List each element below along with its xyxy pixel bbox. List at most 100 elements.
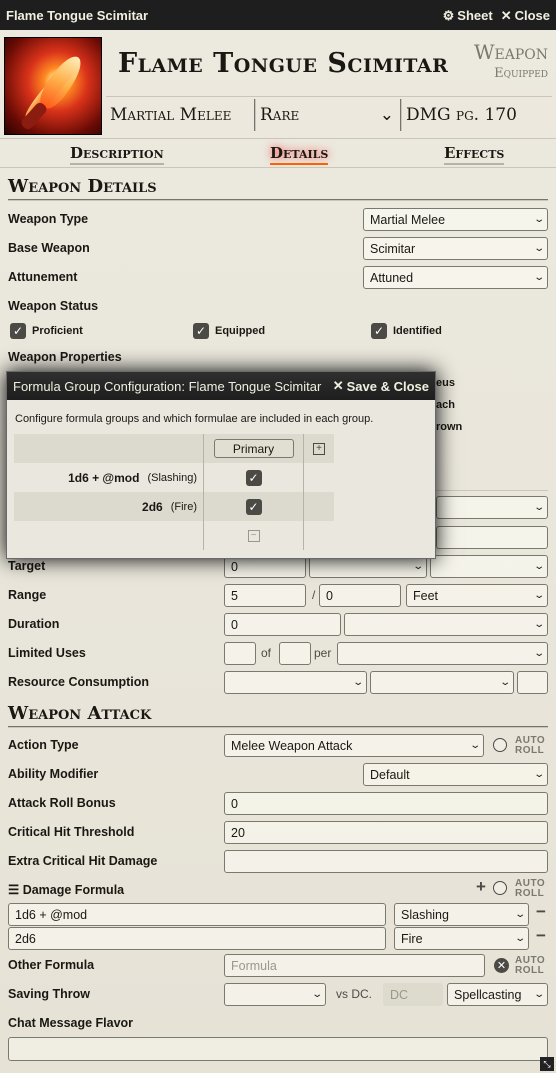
- damage-type-value: Slashing: [401, 907, 449, 922]
- item-summary: Martial Melee Rare ⌄ DMG pg. 170: [106, 96, 552, 132]
- remove-damage-button[interactable]: −: [536, 926, 546, 946]
- activation-select-partial[interactable]: ⌄: [436, 496, 548, 519]
- action-type-select[interactable]: Melee Weapon Attack ⌄: [224, 734, 484, 757]
- attunement-value: Attuned: [370, 270, 414, 285]
- clear-other-formula-icon[interactable]: ✕: [494, 958, 509, 973]
- remove-group-icon[interactable]: −: [247, 529, 260, 542]
- chat-flavor-input[interactable]: [8, 1037, 548, 1061]
- resource-target-select[interactable]: ⌄: [370, 671, 514, 694]
- add-group-icon[interactable]: +: [313, 442, 325, 455]
- dc-scaling-select[interactable]: Spellcasting ⌄: [447, 983, 548, 1006]
- damage-type-select[interactable]: Fire ⌄: [394, 927, 529, 950]
- chevron-down-icon: ⌄: [532, 243, 545, 254]
- other-formula-input[interactable]: Formula: [224, 954, 485, 977]
- formula-group-dialog: Formula Group Configuration: Flame Tongu…: [6, 371, 436, 559]
- tab-details[interactable]: Details: [270, 144, 329, 165]
- uses-max-input[interactable]: [279, 642, 311, 665]
- attack-roll-bonus-input[interactable]: 0: [224, 792, 548, 815]
- weapon-type-select[interactable]: Martial Melee ⌄: [363, 208, 548, 231]
- damage-type-select[interactable]: Slashing ⌄: [394, 903, 529, 926]
- damage-formula-input[interactable]: 2d6: [8, 927, 386, 950]
- attunement-select[interactable]: Attuned ⌄: [363, 266, 548, 289]
- table-row: 2d6 (Fire) ✓: [14, 492, 334, 521]
- window-title: Flame Tongue Scimitar: [6, 7, 149, 23]
- target-label: Target: [8, 559, 46, 573]
- chevron-down-icon: ⌄: [411, 561, 424, 572]
- equipped-checkbox[interactable]: ✓: [193, 323, 209, 339]
- chevron-down-icon: ⌄: [351, 677, 364, 688]
- item-type: Weapon: [473, 40, 548, 64]
- dialog-titlebar[interactable]: Formula Group Configuration: Flame Tongu…: [7, 372, 435, 400]
- range-units-select[interactable]: Feet ⌄: [406, 584, 548, 607]
- ability-modifier-label: Ability Modifier: [8, 767, 99, 781]
- chevron-down-icon: ⌄: [498, 677, 511, 688]
- uses-period-select[interactable]: ⌄: [337, 642, 548, 665]
- gear-icon: ⚙: [442, 7, 455, 23]
- damage-auto-roll-toggle[interactable]: [493, 881, 507, 895]
- item-image[interactable]: [4, 37, 102, 135]
- damage-formula-label-text: Damage Formula: [22, 883, 125, 897]
- header-empty-cell: [14, 434, 204, 463]
- table-row: 1d6 + @mod (Slashing) ✓: [14, 463, 334, 492]
- property-label-partial: rown: [436, 421, 463, 433]
- duration-units-select[interactable]: ⌄: [344, 613, 548, 636]
- remove-damage-button[interactable]: −: [536, 902, 546, 922]
- identified-checkbox[interactable]: ✓: [371, 323, 387, 339]
- ability-modifier-select[interactable]: Default ⌄: [363, 763, 548, 786]
- damage-formula-input[interactable]: 1d6 + @mod: [8, 903, 386, 926]
- dc-input[interactable]: DC: [383, 983, 443, 1006]
- chevron-down-icon: ⌄: [310, 989, 323, 1000]
- save-close-button[interactable]: ✕ Save & Close: [333, 378, 429, 394]
- uses-value-input[interactable]: [224, 642, 256, 665]
- remove-group-cell: −: [204, 521, 304, 550]
- item-name-input[interactable]: Flame Tongue Scimitar: [118, 48, 478, 79]
- base-weapon-select[interactable]: Scimitar ⌄: [363, 237, 548, 260]
- ability-modifier-value: Default: [370, 767, 410, 782]
- range-long-input[interactable]: 0: [319, 584, 401, 607]
- resource-type-select[interactable]: ⌄: [224, 671, 367, 694]
- resource-amount-input[interactable]: [517, 671, 548, 694]
- activation-condition-partial[interactable]: [436, 526, 548, 549]
- vs-dc-label: vs DC.: [336, 987, 372, 1001]
- extra-crit-damage-input[interactable]: [224, 850, 548, 873]
- close-button[interactable]: ✕ Close: [501, 8, 550, 23]
- group-checkbox-cell: ✓: [204, 492, 304, 521]
- rarity-value: Rare: [260, 104, 300, 125]
- proficient-label: Proficient: [32, 325, 83, 337]
- duration-value-input[interactable]: 0: [224, 613, 341, 636]
- window-titlebar[interactable]: Flame Tongue Scimitar ⚙ Sheet ✕ Close: [0, 0, 556, 30]
- sheet-button[interactable]: ⚙ Sheet: [443, 8, 493, 23]
- group-checkbox[interactable]: ✓: [245, 498, 262, 515]
- critical-threshold-input[interactable]: 20: [224, 821, 548, 844]
- tab-effects[interactable]: Effects: [444, 144, 505, 165]
- weapon-properties-label: Weapon Properties: [8, 350, 122, 364]
- resize-handle-icon[interactable]: ⤡: [540, 1057, 554, 1071]
- property-label-partial: eus: [436, 377, 455, 389]
- source-field[interactable]: DMG pg. 170: [402, 99, 552, 131]
- range-value-input[interactable]: 5: [224, 584, 306, 607]
- formula-label: (Slashing): [147, 471, 197, 484]
- add-damage-button[interactable]: +: [476, 877, 486, 897]
- saving-throw-ability-select[interactable]: ⌄: [224, 983, 326, 1006]
- formula-cell: 2d6 (Fire): [14, 492, 204, 521]
- weapon-status-label: Weapon Status: [8, 299, 99, 313]
- chevron-down-icon: ⌄: [532, 561, 545, 572]
- chevron-down-icon: ⌄: [532, 272, 545, 283]
- auto-roll-toggle[interactable]: [493, 738, 507, 752]
- rarity-select[interactable]: Rare ⌄: [256, 98, 402, 131]
- group-checkbox[interactable]: ✓: [245, 469, 262, 486]
- range-label: Range: [8, 588, 47, 602]
- proficient-checkbox[interactable]: ✓: [10, 323, 26, 339]
- damage-auto-roll-label: AUTO ROLL: [515, 878, 546, 899]
- group-header-cell: Primary: [204, 434, 304, 463]
- chevron-down-icon: ⌄: [532, 214, 545, 225]
- saving-throw-label: Saving Throw: [8, 987, 90, 1001]
- target-type-select[interactable]: ⌄: [430, 555, 548, 578]
- summary-weapon-category: Martial Melee: [106, 98, 256, 131]
- base-weapon-label: Base Weapon: [8, 241, 90, 255]
- dc-scaling-value: Spellcasting: [454, 987, 522, 1002]
- group-name-button[interactable]: Primary: [213, 439, 294, 458]
- formula-label: (Fire): [170, 500, 197, 513]
- chevron-down-icon: ⌄: [532, 590, 545, 601]
- tab-description[interactable]: Description: [70, 144, 164, 165]
